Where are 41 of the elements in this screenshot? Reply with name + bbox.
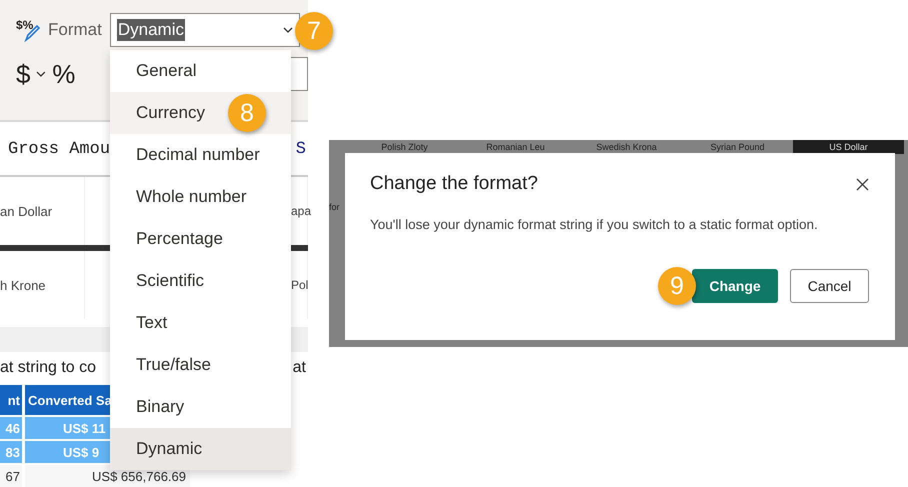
dialog-title: Change the format? — [370, 173, 538, 195]
format-label: Format — [48, 20, 102, 40]
close-icon[interactable] — [856, 178, 869, 190]
dropdown-item[interactable]: General — [110, 50, 291, 92]
column-header[interactable]: nt — [0, 385, 22, 415]
dropdown-item[interactable]: True/false — [110, 344, 291, 386]
slicer-tab[interactable]: Polish Zloty — [349, 140, 460, 154]
dialog-message: You'll lose your dynamic format string if you switch to a static format option. — [370, 217, 819, 232]
visual-title: for — [329, 202, 340, 212]
table-heading: S — [296, 140, 306, 160]
dropdown-item[interactable]: Percentage — [110, 218, 291, 260]
dropdown-item[interactable]: Scientific — [110, 260, 291, 302]
currency-button[interactable]: $ — [16, 58, 30, 90]
change-button[interactable]: Change — [692, 269, 778, 303]
dropdown-item[interactable]: Whole number — [110, 176, 291, 218]
slicer-tab[interactable]: Swedish Krona — [571, 140, 682, 154]
visual-title: at — [292, 359, 306, 378]
dropdown-item[interactable]: Decimal number — [110, 134, 291, 176]
slicer-tile[interactable]: an Dollar — [0, 177, 85, 246]
combo-value: Dynamic — [116, 19, 185, 41]
table-cell: 46 — [0, 417, 22, 439]
caret-icon — [282, 27, 293, 33]
step-badge: 9 — [658, 267, 696, 305]
dropdown-item[interactable]: Dynamic — [110, 428, 291, 470]
table-cell: 67 — [0, 465, 22, 487]
slicer-tile[interactable]: h Krone — [0, 251, 85, 320]
dropdown-item[interactable]: Currency 8 — [110, 92, 291, 134]
cancel-button[interactable]: Cancel — [790, 269, 869, 303]
percent-button[interactable]: % — [52, 58, 76, 90]
slicer-tab[interactable]: US Dollar — [793, 140, 904, 154]
step-badge: 8 — [228, 94, 266, 132]
step-badge: 7 — [295, 12, 333, 50]
slicer-tab[interactable]: Romanian Leu — [460, 140, 571, 154]
caret-icon[interactable] — [36, 71, 46, 77]
format-combo-box[interactable]: Dynamic — [110, 13, 300, 47]
visual-title: at string to co — [0, 359, 96, 378]
slicer-tab[interactable]: Syrian Pound — [682, 140, 793, 154]
table-cell: 83 — [0, 441, 22, 463]
slicer-tile[interactable]: Pol — [289, 251, 308, 320]
dropdown-item[interactable]: Text — [110, 302, 291, 344]
table-heading: Gross Amou — [8, 140, 110, 160]
